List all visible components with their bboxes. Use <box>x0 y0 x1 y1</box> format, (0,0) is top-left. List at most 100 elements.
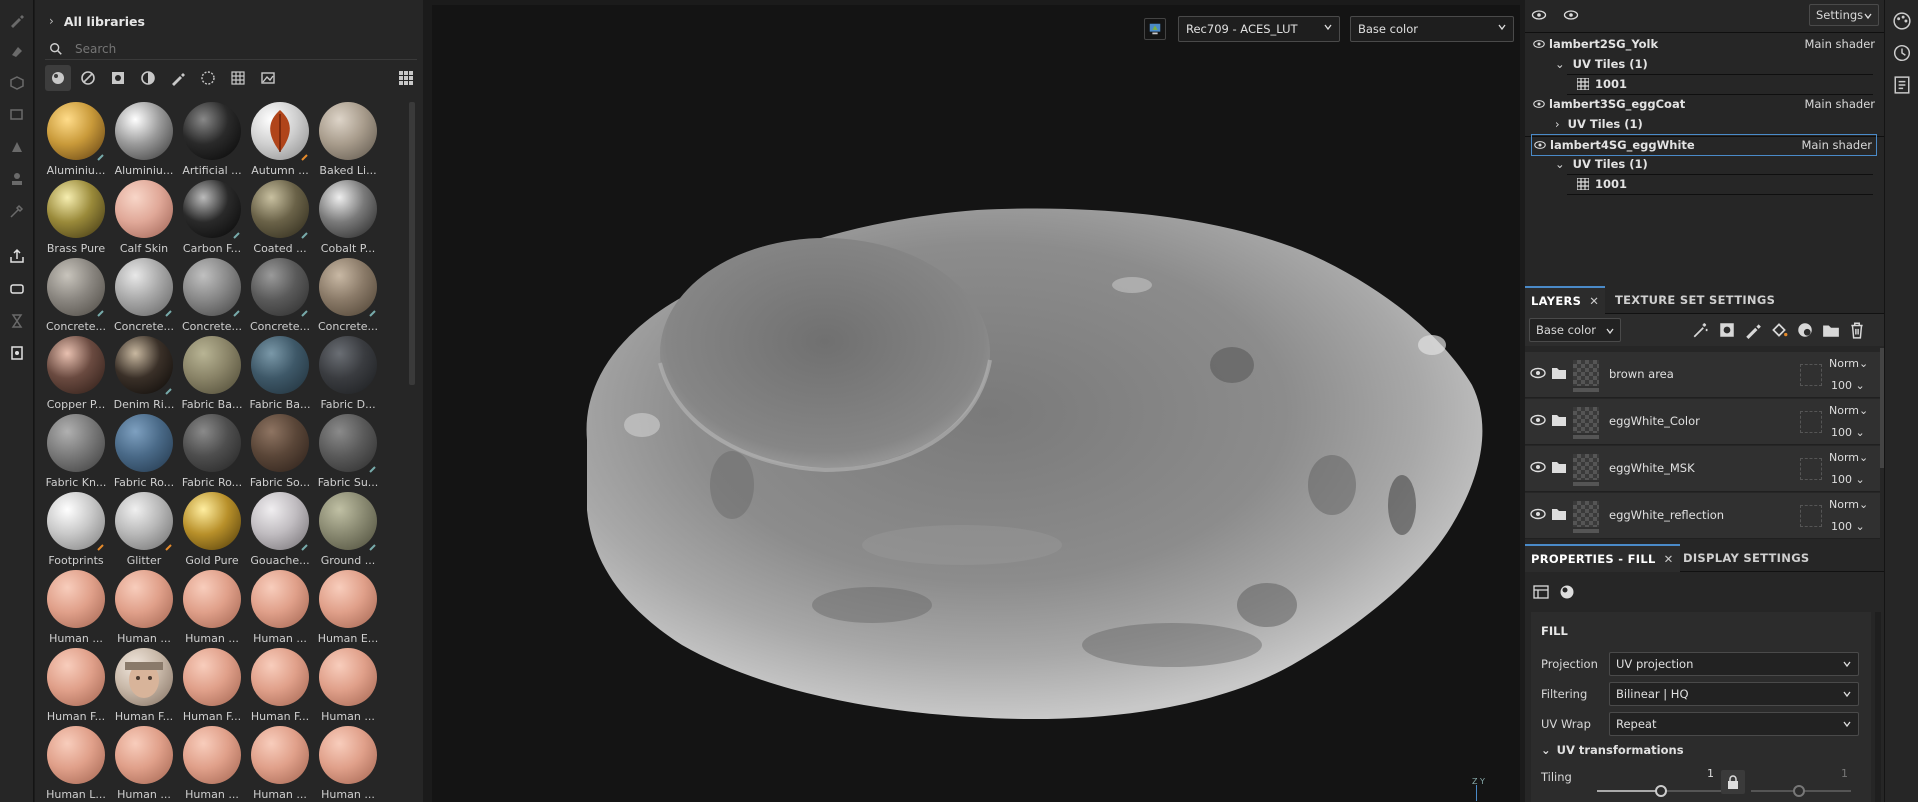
material-tile[interactable]: Concrete... <box>315 258 381 336</box>
search-input[interactable] <box>75 41 375 56</box>
material-tile[interactable]: Denim Ri... <box>111 336 177 414</box>
shelf-icon[interactable] <box>6 342 28 364</box>
material-tile[interactable]: Fabric Ro... <box>111 414 177 492</box>
material-tile[interactable]: Human ... <box>43 570 109 648</box>
material-sphere-icon[interactable] <box>1559 584 1575 600</box>
add-folder-icon[interactable] <box>1822 321 1840 339</box>
hourglass-icon[interactable] <box>6 310 28 332</box>
material-tile[interactable]: Human ... <box>247 726 313 802</box>
smart-masks-filter-icon[interactable] <box>105 65 131 91</box>
delete-icon[interactable] <box>1848 321 1866 339</box>
material-tile[interactable]: Fabric So... <box>247 414 313 492</box>
chevron-right-icon[interactable]: › <box>49 14 54 28</box>
tiling-slider-track[interactable] <box>1597 790 1661 792</box>
color-picker-icon[interactable] <box>6 200 28 222</box>
material-tile[interactable]: Baked Li... <box>315 102 381 180</box>
eye-icon[interactable] <box>1533 99 1545 109</box>
material-tile[interactable]: Fabric Ba... <box>247 336 313 414</box>
smudge-icon[interactable] <box>6 136 28 158</box>
tiling-slider-handle[interactable] <box>1655 785 1667 797</box>
uv-transformations-header[interactable]: ⌄ UV transformations <box>1541 740 1684 760</box>
filtering-dropdown[interactable]: Bilinear | HQ <box>1609 682 1859 706</box>
paint-brush-icon[interactable] <box>6 9 28 31</box>
uv-tiles-row[interactable]: › UV Tiles (1) <box>1555 114 1643 134</box>
material-tile[interactable]: Calf Skin <box>111 180 177 258</box>
grid-view-icon[interactable] <box>393 65 419 91</box>
projection-icon[interactable] <box>6 72 28 94</box>
tab-layers[interactable]: LAYERS ✕ <box>1525 286 1606 314</box>
material-tile[interactable]: Human ... <box>179 726 245 802</box>
display-mode-icon[interactable] <box>1144 18 1166 40</box>
material-tile[interactable]: Footprints <box>43 492 109 570</box>
blend-mode[interactable]: Norm⌄ <box>1829 357 1868 370</box>
material-tile[interactable]: Human ... <box>315 726 381 802</box>
material-tile[interactable]: Human F... <box>247 648 313 726</box>
material-tile[interactable]: Gouache... <box>247 492 313 570</box>
add-smart-material-icon[interactable] <box>1796 321 1814 339</box>
material-tile[interactable]: Aluminiu... <box>111 102 177 180</box>
material-tile[interactable]: Human ... <box>179 570 245 648</box>
material-tile[interactable]: Human E... <box>315 570 381 648</box>
layer-row[interactable]: eggWhite_MSK Norm⌄ 100 ⌄ <box>1525 446 1880 492</box>
brushes-filter-icon[interactable] <box>165 65 191 91</box>
close-icon[interactable]: ✕ <box>1664 552 1674 566</box>
texture-set-row[interactable]: lambert2SG_Yolk Main shader <box>1533 34 1875 54</box>
properties-scrollbar[interactable] <box>1875 612 1881 802</box>
3d-viewport[interactable]: Rec709 - ACES_LUT Base color Z Y <box>432 5 1520 802</box>
material-tile[interactable]: Human F... <box>179 648 245 726</box>
eye-icon[interactable] <box>1533 39 1545 49</box>
layer-row[interactable]: eggWhite_Color Norm⌄ 100 ⌄ <box>1525 399 1880 445</box>
tiling-slider-handle-2[interactable] <box>1793 785 1805 797</box>
layer-row[interactable]: eggWhite_reflection Norm⌄ 100 ⌄ <box>1525 493 1880 539</box>
material-tile[interactable]: Human F... <box>111 648 177 726</box>
add-paint-layer-icon[interactable] <box>1744 321 1762 339</box>
add-fill-layer-icon[interactable] <box>1770 321 1788 339</box>
layer-opacity[interactable]: 100 ⌄ <box>1831 473 1865 486</box>
uv-tiles-row[interactable]: ⌄ UV Tiles (1) <box>1555 54 1648 74</box>
fill-settings-icon[interactable] <box>1533 584 1549 600</box>
uv-tiles-row[interactable]: ⌄ UV Tiles (1) <box>1555 154 1648 174</box>
environments-filter-icon[interactable] <box>255 65 281 91</box>
filters-filter-icon[interactable] <box>135 65 161 91</box>
tab-texture-set-settings[interactable]: TEXTURE SET SETTINGS <box>1609 286 1781 314</box>
chevron-down-icon[interactable]: ⌄ <box>1541 743 1551 757</box>
eye-icon[interactable] <box>1530 506 1546 522</box>
material-tile[interactable]: Fabric Ba... <box>179 336 245 414</box>
blend-mode[interactable]: Norm⌄ <box>1829 404 1868 417</box>
eraser-icon[interactable] <box>6 40 28 62</box>
texture-set-row[interactable]: lambert3SG_eggCoat Main shader <box>1533 94 1875 114</box>
eye-icon[interactable] <box>1530 412 1546 428</box>
library-scrollbar[interactable] <box>409 102 415 385</box>
clone-stamp-icon[interactable] <box>6 168 28 190</box>
channel-dropdown[interactable]: Base color <box>1350 16 1514 42</box>
material-tile[interactable]: Human ... <box>315 648 381 726</box>
material-tile[interactable]: Fabric Ro... <box>179 414 245 492</box>
material-tile[interactable]: Concrete... <box>43 258 109 336</box>
textures-filter-icon[interactable] <box>225 65 251 91</box>
material-tile[interactable]: Fabric D... <box>315 336 381 414</box>
shader-name[interactable]: Main shader <box>1804 37 1875 51</box>
add-effect-icon[interactable] <box>1692 321 1710 339</box>
colorspace-dropdown[interactable]: Rec709 - ACES_LUT <box>1178 16 1340 42</box>
layer-mask-slot[interactable] <box>1800 411 1822 433</box>
chevron-down-icon[interactable]: ⌄ <box>1555 57 1565 71</box>
material-tile[interactable]: Fabric Su... <box>315 414 381 492</box>
history-icon[interactable] <box>1893 44 1911 62</box>
layer-mask-slot[interactable] <box>1800 364 1822 386</box>
eye-icon[interactable] <box>1563 8 1579 22</box>
material-tile[interactable]: Autumn ... <box>247 102 313 180</box>
particles-filter-icon[interactable] <box>195 65 221 91</box>
layer-row[interactable]: brown area Norm⌄ 100 ⌄ <box>1525 352 1880 398</box>
bake-icon[interactable] <box>6 278 28 300</box>
layer-opacity[interactable]: 100 ⌄ <box>1831 379 1865 392</box>
layer-opacity[interactable]: 100 ⌄ <box>1831 520 1865 533</box>
material-tile[interactable]: Artificial ... <box>179 102 245 180</box>
material-tile[interactable]: Aluminiu... <box>43 102 109 180</box>
tab-display-settings[interactable]: DISPLAY SETTINGS <box>1677 544 1816 572</box>
eye-refresh-icon[interactable] <box>1531 8 1547 22</box>
layer-opacity[interactable]: 100 ⌄ <box>1831 426 1865 439</box>
eye-icon[interactable] <box>1530 459 1546 475</box>
smart-materials-filter-icon[interactable] <box>75 65 101 91</box>
tiling-value[interactable]: 1 <box>1707 767 1714 780</box>
shader-name[interactable]: Main shader <box>1804 97 1875 111</box>
